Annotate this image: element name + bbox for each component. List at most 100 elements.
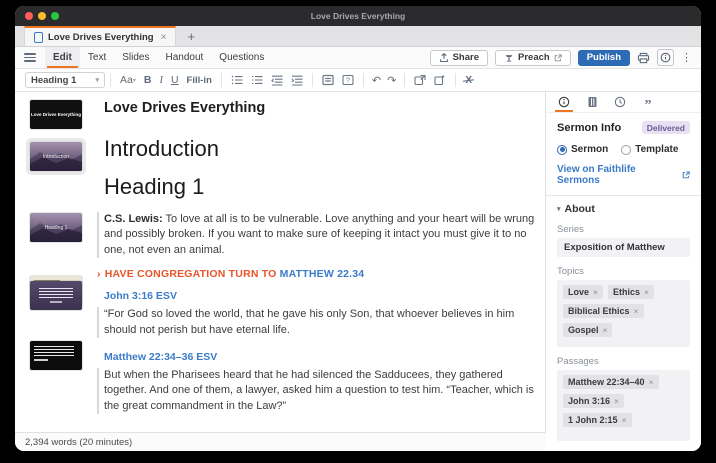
heading-1[interactable]: Heading 1 xyxy=(104,174,535,200)
fill-in-button[interactable]: Fill-in xyxy=(183,74,216,87)
slide-block-icon[interactable] xyxy=(318,73,338,87)
congregation-direction[interactable]: ›HAVE CONGREGATION TURN TO MATTHEW 22.34 xyxy=(97,268,535,280)
passages-field[interactable]: Matthew 22:34–40× John 3:16× 1 John 2:15… xyxy=(557,370,690,441)
slide-caption xyxy=(34,359,48,361)
tab-text[interactable]: Text xyxy=(80,47,114,68)
share-icon xyxy=(439,53,449,63)
remove-tag-icon[interactable]: × xyxy=(649,377,654,387)
send-to-slide-icon[interactable] xyxy=(410,73,430,87)
topic-tag[interactable]: Gospel× xyxy=(563,323,612,337)
outdent-icon[interactable] xyxy=(267,73,287,87)
bullet-list-icon[interactable] xyxy=(227,73,247,87)
hamburger-menu-icon[interactable] xyxy=(24,53,36,62)
panel-tab-history[interactable] xyxy=(608,92,632,112)
info-panel-toggle-button[interactable] xyxy=(657,49,674,66)
italic-button[interactable]: I xyxy=(155,74,167,87)
heading-introduction[interactable]: Introduction xyxy=(104,136,535,162)
view-on-faithlife-link[interactable]: View on Faithlife Sermons xyxy=(557,164,690,186)
remove-tag-icon[interactable]: × xyxy=(603,325,608,335)
panel-tab-notes[interactable] xyxy=(580,92,604,112)
share-button[interactable]: Share xyxy=(430,50,488,66)
topic-tag[interactable]: Ethics× xyxy=(608,285,654,299)
radio-sermon[interactable]: Sermon xyxy=(557,144,608,155)
numbered-list-icon[interactable] xyxy=(247,73,267,87)
word-count: 2,394 words (20 minutes) xyxy=(25,437,132,448)
svg-text:?: ? xyxy=(346,77,350,84)
underline-button[interactable]: U xyxy=(167,73,183,87)
more-options-icon[interactable]: ⋮ xyxy=(681,51,692,64)
preach-button[interactable]: Preach xyxy=(495,50,571,66)
verse-reference-matthew[interactable]: Matthew 22:34–36 ESV xyxy=(104,351,535,363)
tab-handout[interactable]: Handout xyxy=(157,47,211,68)
topic-tag[interactable]: Biblical Ethics× xyxy=(563,304,644,318)
radio-unselected-icon xyxy=(621,145,631,155)
tab-slides[interactable]: Slides xyxy=(114,47,157,68)
clear-formatting-icon[interactable]: X xyxy=(461,75,476,86)
document-tab[interactable]: Love Drives Everything × xyxy=(24,26,176,46)
slide-thumbnail-john-3-16[interactable] xyxy=(30,281,82,310)
type-radio-group: Sermon Template xyxy=(557,144,690,155)
verse-text-matthew[interactable]: But when the Pharisees heard that he had… xyxy=(97,368,535,414)
passage-tag[interactable]: Matthew 22:34–40× xyxy=(563,375,659,389)
passage-link[interactable]: MATTHEW 22.34 xyxy=(280,268,365,280)
formatting-toolbar: Heading 1 ▾ Aa▾ B I U Fill-in ? ↶ ↷ xyxy=(15,69,701,92)
close-tab-icon[interactable]: × xyxy=(161,32,167,43)
slide-text-lines xyxy=(39,288,73,299)
slide-thumbnail-heading-1[interactable]: Heading 1 xyxy=(30,213,82,242)
zoom-window-button[interactable] xyxy=(51,12,59,20)
passage-tag[interactable]: 1 John 2:15× xyxy=(563,413,632,427)
topic-tag[interactable]: Love× xyxy=(563,285,603,299)
description-label: Description xyxy=(557,450,690,451)
passages-label: Passages xyxy=(557,356,690,367)
sermon-editor[interactable]: Love Drives Everything Introduction Head… xyxy=(92,92,546,432)
external-link-icon xyxy=(682,171,690,179)
bold-button[interactable]: B xyxy=(140,73,156,87)
remove-tag-icon[interactable]: × xyxy=(644,287,649,297)
verse-text-john[interactable]: “For God so loved the world, that he gav… xyxy=(97,307,535,338)
minimize-window-button[interactable] xyxy=(38,12,46,20)
close-window-button[interactable] xyxy=(25,12,33,20)
new-tab-button[interactable]: + xyxy=(176,26,206,46)
slide-thumbnail-panel: Love Drives Everything Introduction Head… xyxy=(15,92,92,432)
tab-questions[interactable]: Questions xyxy=(211,47,272,68)
lewis-quote-block[interactable]: C.S. Lewis: To love at all is to be vuln… xyxy=(97,212,535,258)
redo-icon[interactable]: ↷ xyxy=(384,74,399,87)
paragraph-style-value: Heading 1 xyxy=(31,75,76,86)
panel-tab-info[interactable] xyxy=(552,92,576,112)
publish-button[interactable]: Publish xyxy=(578,50,630,66)
indent-icon[interactable] xyxy=(287,73,307,87)
passage-tag[interactable]: John 3:16× xyxy=(563,394,624,408)
title-bar[interactable]: Love Drives Everything xyxy=(15,6,701,26)
slide-thumbnail-introduction[interactable]: Introduction xyxy=(30,142,82,171)
remove-tag-icon[interactable]: × xyxy=(593,287,598,297)
external-link-icon xyxy=(554,54,562,62)
about-section-header[interactable]: ▾ About xyxy=(557,203,690,215)
sermon-info-panel: ” Sermon Info Delivered Sermon Template xyxy=(546,92,701,451)
tab-edit[interactable]: Edit xyxy=(45,47,80,68)
podium-icon xyxy=(504,53,514,63)
font-size-button[interactable]: Aa▾ xyxy=(116,73,140,87)
menu-bar: Edit Text Slides Handout Questions Share… xyxy=(15,47,701,69)
document-icon xyxy=(34,32,43,43)
slide-thumbnail-title[interactable]: Love Drives Everything xyxy=(30,100,82,129)
radio-template[interactable]: Template xyxy=(621,144,678,155)
remove-tag-icon[interactable]: × xyxy=(614,396,619,406)
preach-label: Preach xyxy=(518,52,550,63)
sermon-info-body: Sermon Info Delivered Sermon Template Vi… xyxy=(546,113,701,451)
document-title[interactable]: Love Drives Everything xyxy=(104,100,535,116)
question-block-icon[interactable]: ? xyxy=(338,73,358,87)
print-icon[interactable] xyxy=(637,52,650,64)
status-bar: 2,394 words (20 minutes) xyxy=(15,432,546,451)
undo-icon[interactable]: ↶ xyxy=(369,74,384,87)
verse-reference-john[interactable]: John 3:16 ESV xyxy=(104,290,535,302)
topics-field[interactable]: Love× Ethics× Biblical Ethics× Gospel× xyxy=(557,280,690,347)
remove-tag-icon[interactable]: × xyxy=(622,415,627,425)
panel-tab-quotes[interactable]: ” xyxy=(636,92,660,112)
remove-tag-icon[interactable]: × xyxy=(634,306,639,316)
new-slide-icon[interactable] xyxy=(430,73,450,87)
slide-thumbnail-matthew-22[interactable] xyxy=(30,341,82,370)
radio-selected-icon xyxy=(557,145,567,155)
series-field[interactable]: Exposition of Matthew xyxy=(557,238,690,257)
window-title: Love Drives Everything xyxy=(311,11,405,21)
paragraph-style-select[interactable]: Heading 1 ▾ xyxy=(25,72,105,88)
